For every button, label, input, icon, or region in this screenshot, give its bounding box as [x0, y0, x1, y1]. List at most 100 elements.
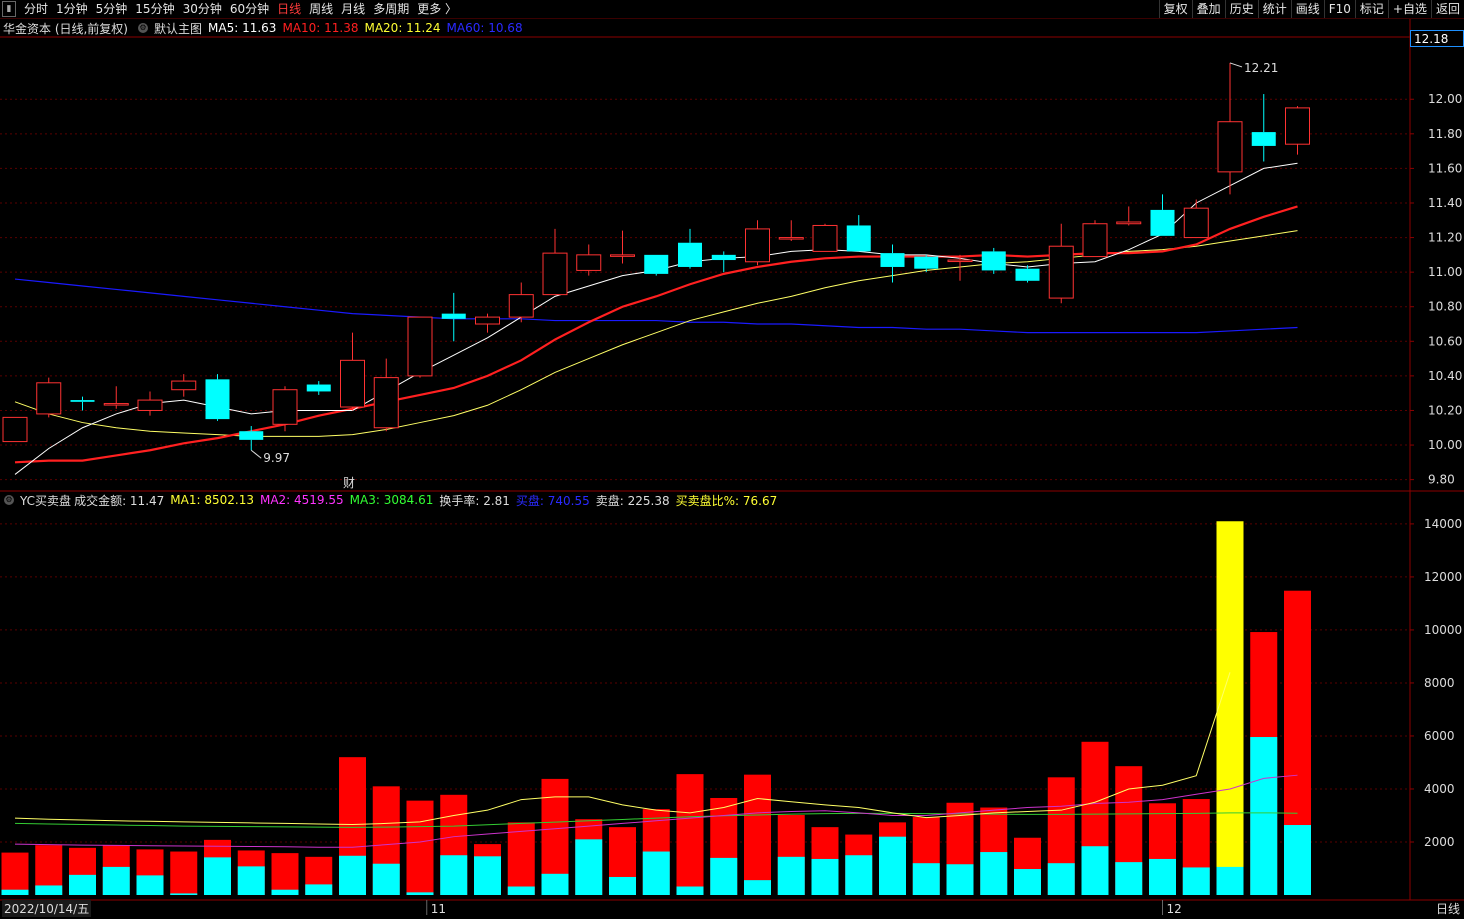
candle-body [306, 384, 331, 392]
volume-tick-label: 14000 [1424, 517, 1462, 531]
candle-body [610, 254, 635, 257]
sell-volume-bar [946, 864, 974, 895]
sell-volume-bar [541, 873, 569, 895]
price-tick-label: 10.40 [1428, 369, 1462, 383]
candle-body [542, 252, 568, 296]
sell-volume-bar [170, 893, 198, 895]
volume-tick-label: 6000 [1424, 729, 1455, 743]
sell-volume-bar [1182, 867, 1210, 895]
buy-volume-bar [170, 851, 198, 895]
sell-volume-bar [676, 886, 704, 895]
price-tick-label: 10.60 [1428, 334, 1462, 348]
candle-body [778, 237, 804, 240]
price-tick-label: 11.20 [1428, 231, 1462, 245]
sell-volume-bar [305, 884, 333, 895]
candle-body [678, 242, 702, 267]
candle-body [2, 416, 28, 443]
candle-body [846, 225, 871, 252]
sell-volume-bar [507, 886, 535, 895]
price-tick-label: 11.80 [1428, 127, 1462, 141]
candle-body [103, 403, 129, 406]
sell-volume-bar [102, 866, 130, 895]
candle-body [1150, 209, 1175, 236]
candle-body [576, 254, 602, 271]
sell-volume-bar [204, 857, 231, 895]
sell-volume-bar [744, 880, 771, 895]
candle-body [373, 377, 399, 429]
sell-volume-bar [1216, 866, 1244, 895]
candle-body [981, 251, 1006, 271]
candle-body [880, 253, 905, 267]
sell-volume-bar [474, 856, 501, 895]
candle-body [441, 313, 466, 319]
candle-body [1116, 221, 1142, 225]
candle-body [137, 399, 163, 411]
ma60-line [14, 278, 1298, 334]
candle-body [1015, 268, 1040, 281]
sell-volume-bar [237, 866, 265, 895]
candle-body [947, 259, 973, 263]
low-annotation: 9.97 [263, 451, 290, 465]
candle-body [644, 254, 669, 274]
month-label: 12 [1167, 902, 1182, 916]
sell-volume-bar [136, 875, 164, 895]
price-tick-label: 10.80 [1428, 300, 1462, 314]
candle-body [812, 224, 838, 252]
sell-volume-bar [1115, 862, 1143, 895]
price-tick-label: 10.20 [1428, 403, 1462, 417]
price-tick-label: 9.80 [1428, 473, 1455, 487]
candle-body [1251, 132, 1276, 146]
sell-volume-bar [1, 889, 29, 895]
sell-volume-bar [1081, 846, 1109, 895]
candle-body [745, 228, 770, 263]
candle-body [914, 256, 939, 269]
kline-chart[interactable]: 12.00 11.80 11.60 11.40 11.20 11.00 10.80 10.60… [0, 0, 1464, 919]
sell-volume-bar [845, 855, 873, 895]
candle-body [205, 379, 230, 420]
high-annotation: 12.21 [1244, 61, 1278, 75]
candle-body [508, 294, 534, 318]
sell-volume-bar [35, 885, 63, 895]
buy-volume-bar [676, 774, 704, 895]
ma5-line [14, 162, 1298, 475]
candle-body [1285, 107, 1310, 145]
sell-volume-bar [710, 857, 738, 895]
high-pointer [1229, 62, 1243, 68]
sell-volume-bar [1284, 825, 1311, 895]
price-tick-label: 11.00 [1428, 265, 1462, 279]
candle-body [475, 316, 500, 325]
sell-volume-bar [1014, 869, 1041, 895]
sell-volume-bar [271, 889, 299, 895]
finance-mark[interactable]: 财 [343, 474, 355, 491]
candle-body [1217, 121, 1243, 173]
candle-body [1048, 245, 1074, 299]
sell-volume-bar [372, 863, 400, 895]
low-pointer [250, 449, 262, 459]
candle-body [239, 431, 264, 440]
date-label: 2022/10/14/五 [2, 900, 92, 917]
candle-body [1183, 207, 1209, 239]
sell-volume-bar [339, 855, 366, 895]
sell-volume-bar [980, 852, 1008, 895]
sell-volume-bar [1149, 858, 1176, 895]
sell-volume-bar [609, 876, 636, 895]
volume-tick-label: 8000 [1424, 676, 1455, 690]
buy-volume-bar [1216, 521, 1244, 895]
sell-volume-bar [575, 839, 603, 895]
volume-tick-label: 4000 [1424, 782, 1455, 796]
buy-volume-bar [406, 800, 434, 895]
volume-tick-label: 12000 [1424, 570, 1462, 584]
period-label: 日线 [1435, 902, 1460, 916]
candle-body [171, 380, 197, 391]
month-label: 11 [431, 902, 446, 916]
candle-body [407, 316, 433, 377]
sell-volume-bar [406, 892, 434, 895]
sell-volume-bar [440, 855, 468, 895]
candle-body [711, 254, 736, 261]
sell-volume-bar [912, 863, 940, 895]
price-tick-label: 12.00 [1428, 92, 1462, 106]
sell-volume-bar [811, 858, 839, 895]
sell-volume-bar [642, 851, 670, 895]
buy-volume-bar [744, 774, 771, 895]
buy-volume-bar [271, 853, 299, 895]
